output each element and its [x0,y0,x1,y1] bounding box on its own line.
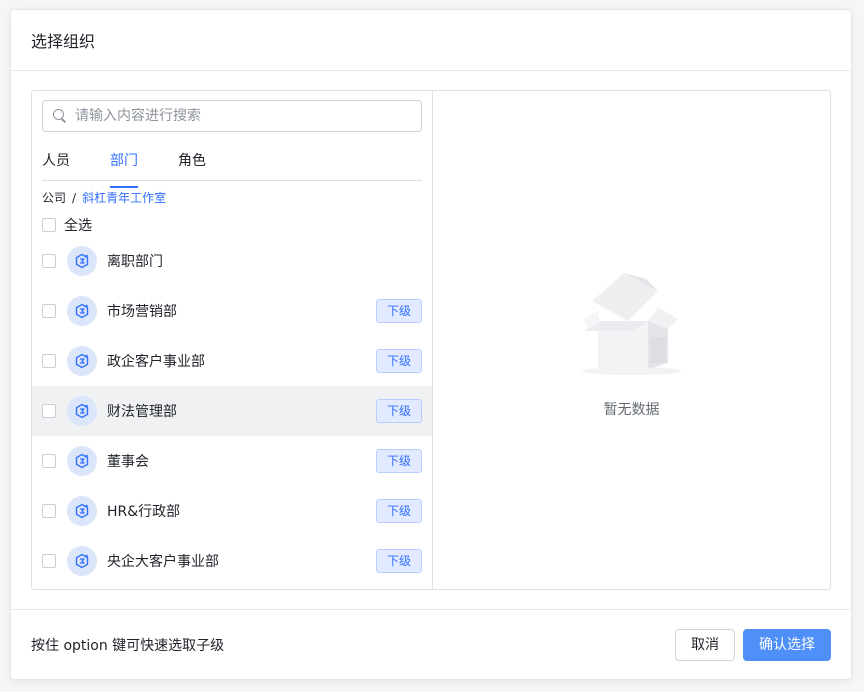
department-list: 离职部门 市场营销部 下级 政企客户事业部 下级 财法管理部 下级 董事会 下级 HR&行政部 下级… [32,236,432,586]
subordinate-button[interactable]: 下级 [375,449,422,473]
department-icon [67,546,97,576]
select-all-label: 全选 [64,218,92,234]
department-checkbox[interactable] [42,504,56,518]
breadcrumb-separator: / [72,190,77,205]
selection-panel: 人员 部门 角色 公司 / 斜杠青年工作室 全选 离职部门市场营销部下级政企客户… [32,91,433,589]
department-name: 市场营销部 [107,304,177,320]
tab-role[interactable]: 角色 [178,149,206,180]
breadcrumb-current[interactable]: 斜杠青年工作室 [82,189,166,206]
department-row[interactable]: 董事会 下级 [32,436,432,486]
search-input[interactable] [75,108,395,124]
select-organization-dialog: 选择组织 人员 部门 角色 公司 / 斜杠青年工作室 全选 [10,9,852,680]
select-all-row[interactable]: 全选 [42,215,92,235]
confirm-selection-button[interactable]: 确认选择 [743,628,831,661]
tab-bar: 人员 部门 角色 [42,149,422,188]
department-checkbox[interactable] [42,354,56,368]
department-name: 董事会 [107,454,149,470]
subordinate-button[interactable]: 下级 [375,349,422,373]
empty-state-text: 暂无数据 [603,402,660,418]
department-name: 离职部门 [107,254,163,270]
tab-people[interactable]: 人员 [42,149,70,180]
empty-box-icon [581,273,682,375]
selected-panel: 暂无数据 [433,91,830,589]
option-key-hint: 按住 option 键可快速选取子级 [31,637,225,654]
department-checkbox[interactable] [42,254,56,268]
tab-department[interactable]: 部门 [110,149,138,188]
department-row[interactable]: 市场营销部 下级 [32,286,432,336]
department-name: HR&行政部 [107,504,181,520]
department-checkbox[interactable] [42,554,56,568]
search-box[interactable] [42,100,422,132]
department-icon [67,346,97,376]
department-name: 财法管理部 [107,404,177,420]
department-row[interactable]: HR&行政部 下级 [32,486,432,536]
department-row[interactable]: 政企客户事业部 下级 [32,336,432,386]
department-icon [67,496,97,526]
department-checkbox[interactable] [42,454,56,468]
dialog-body: 人员 部门 角色 公司 / 斜杠青年工作室 全选 离职部门市场营销部下级政企客户… [31,90,831,590]
department-name: 政企客户事业部 [107,354,205,370]
search-icon [53,109,67,123]
subordinate-button[interactable]: 下级 [375,549,422,573]
subordinate-button[interactable]: 下级 [375,499,422,523]
subordinate-button[interactable]: 下级 [375,299,422,323]
department-name: 央企大客户事业部 [107,554,219,570]
dialog-header: 选择组织 [11,10,851,71]
department-row[interactable]: 财法管理部 下级 [32,386,432,436]
department-icon [67,446,97,476]
dialog-title: 选择组织 [31,32,96,51]
department-checkbox[interactable] [42,304,56,318]
department-checkbox[interactable] [42,404,56,418]
department-icon [67,296,97,326]
cancel-button[interactable]: 取消 [675,628,735,661]
select-all-checkbox[interactable] [42,218,56,232]
department-icon [67,246,97,276]
empty-state: 暂无数据 [433,271,830,419]
dialog-footer: 按住 option 键可快速选取子级 取消 确认选择 [11,609,851,679]
department-row[interactable]: 央企大客户事业部 下级 [32,536,432,586]
subordinate-button[interactable]: 下级 [375,399,422,423]
department-row[interactable]: 离职部门 [32,236,432,286]
breadcrumb-root[interactable]: 公司 [42,189,66,206]
department-icon [67,396,97,426]
breadcrumb: 公司 / 斜杠青年工作室 [42,189,166,206]
